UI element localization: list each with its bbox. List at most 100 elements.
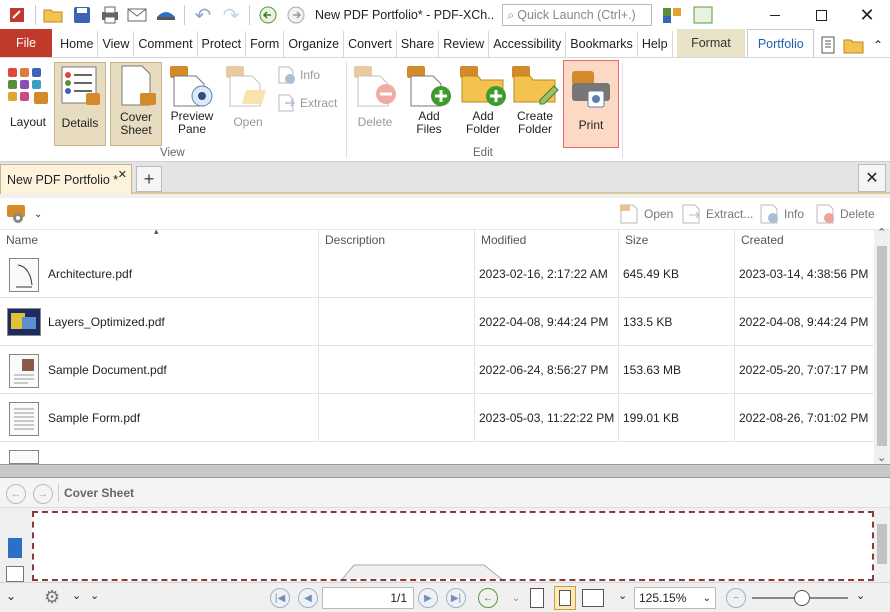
add-files-button[interactable]: Add Files (404, 62, 454, 146)
extract-button[interactable]: Extract (276, 92, 342, 114)
page-number-input[interactable]: 1/1 (322, 587, 414, 609)
list-extract-button[interactable]: Extract... (680, 204, 753, 224)
menu-form[interactable]: Form (246, 31, 285, 57)
portfolio-options-button[interactable]: ⌄ (6, 204, 42, 224)
zoom-out-icon[interactable]: − (726, 588, 746, 608)
zoom-select[interactable]: 125.15% ⌄ (634, 587, 716, 609)
scroll-up-icon[interactable]: ⌃ (877, 226, 886, 239)
undo-icon[interactable]: ↶ (190, 3, 216, 27)
minimize-button[interactable] (752, 0, 798, 30)
scroll-down-icon[interactable]: ⌄ (877, 451, 886, 464)
preview-forward-icon[interactable]: → (33, 484, 53, 504)
menu-comment[interactable]: Comment (134, 31, 198, 57)
file-row[interactable]: Architecture.pdf 2023-02-16, 2:17:22 AM … (0, 250, 874, 298)
dropdown-arrow-icon[interactable]: ⌄ (72, 589, 81, 602)
close-button[interactable]: ✕ (844, 0, 890, 30)
delete-button[interactable]: Delete (350, 62, 400, 146)
delete-icon (354, 66, 396, 107)
group-edit-label: Edit (473, 147, 493, 159)
preview-pane-button[interactable]: Preview Pane (166, 62, 218, 146)
zoom-more-icon[interactable]: ⌄ (856, 589, 865, 602)
file-row[interactable]: Sample Form.pdf 2023-05-03, 11:22:22 PM … (0, 394, 874, 442)
menu-convert[interactable]: Convert (344, 31, 397, 57)
collapse-ribbon-icon[interactable]: ⌃ (866, 33, 890, 57)
redo-icon[interactable]: ↷ (218, 3, 244, 27)
list-open-button[interactable]: Open (618, 204, 673, 224)
print-button[interactable]: Print (563, 60, 619, 148)
menu-review[interactable]: Review (439, 31, 490, 57)
ui-options-icon[interactable] (818, 33, 842, 57)
scroll-thumb[interactable] (877, 246, 887, 446)
column-header-size[interactable]: Size (619, 230, 735, 250)
zoom-slider-thumb[interactable] (794, 590, 810, 606)
menu-accessibility[interactable]: Accessibility (489, 31, 567, 57)
column-header-modified[interactable]: Modified (475, 230, 619, 250)
file-list-scrollbar[interactable]: ⌃ ⌄ (874, 227, 890, 464)
forward-icon[interactable] (283, 3, 309, 27)
scroll-thumb[interactable] (877, 524, 887, 564)
group-view-label: View (160, 147, 185, 159)
file-row-partial[interactable] (0, 442, 874, 464)
facing-page-icon[interactable] (582, 589, 604, 607)
preview-scrollbar[interactable] (874, 508, 890, 584)
view-back-icon[interactable]: ← (478, 588, 498, 608)
info-button[interactable]: Info (276, 64, 342, 86)
last-page-icon[interactable]: ▶| (446, 588, 466, 608)
file-row[interactable]: Sample Document.pdf 2022-06-24, 8:56:27 … (0, 346, 874, 394)
view-more-icon[interactable]: ⌄ (506, 588, 526, 608)
find-folder-icon[interactable] (842, 33, 866, 57)
prev-page-icon[interactable]: ◀ (298, 588, 318, 608)
app-logo-icon[interactable] (4, 3, 30, 27)
column-header-created[interactable]: Created (735, 230, 874, 250)
print-icon[interactable] (97, 3, 123, 27)
quick-launch-input[interactable]: ⌕ Quick Launch (Ctrl+.) (502, 4, 653, 26)
menu-share[interactable]: Share (397, 31, 440, 57)
tab-portfolio[interactable]: Portfolio (747, 29, 815, 57)
menu-home[interactable]: Home (56, 31, 99, 57)
cover-sheet-button[interactable]: Cover Sheet (110, 62, 162, 146)
status-options-icon[interactable]: ⌄ (6, 589, 16, 603)
menu-view[interactable]: View (98, 31, 135, 57)
menu-bookmarks[interactable]: Bookmarks (566, 31, 638, 57)
status-more-icon[interactable]: ⌄ (90, 589, 99, 602)
close-tab-icon[interactable]: ✕ (118, 168, 127, 181)
column-header-name[interactable]: Name ▴ (0, 230, 319, 250)
file-menu[interactable]: File (0, 29, 53, 57)
fullscreen-icon[interactable] (690, 3, 716, 27)
next-page-icon[interactable]: ▶ (418, 588, 438, 608)
customize-icon[interactable] (656, 3, 690, 27)
layout-more-icon[interactable]: ⌄ (618, 589, 627, 602)
maximize-button[interactable] (798, 0, 844, 30)
list-info-button[interactable]: Info (758, 204, 804, 224)
save-icon[interactable] (69, 3, 95, 27)
ribbon-separator (622, 62, 623, 158)
menu-help[interactable]: Help (638, 31, 673, 57)
back-icon[interactable] (255, 3, 281, 27)
single-page-icon[interactable] (530, 588, 544, 608)
open-button[interactable]: Open (222, 62, 274, 146)
tab-format[interactable]: Format (676, 29, 746, 57)
first-page-icon[interactable]: |◀ (270, 588, 290, 608)
column-header-description[interactable]: Description (319, 230, 475, 250)
file-row[interactable]: Layers_Optimized.pdf 2022-04-08, 9:44:24… (0, 298, 874, 346)
pages-icon[interactable] (6, 566, 24, 582)
zoom-slider[interactable] (752, 590, 848, 606)
scan-icon[interactable] (153, 3, 179, 27)
close-document-button[interactable]: ✕ (858, 164, 886, 192)
menu-protect[interactable]: Protect (198, 31, 247, 57)
details-button[interactable]: Details (54, 62, 106, 146)
continuous-page-icon[interactable] (554, 586, 576, 610)
create-folder-button[interactable]: Create Folder (510, 62, 560, 146)
pane-splitter[interactable] (0, 464, 890, 478)
menu-organize[interactable]: Organize (284, 31, 345, 57)
new-tab-button[interactable]: + (136, 166, 162, 192)
email-icon[interactable] (125, 3, 151, 27)
open-folder-icon[interactable] (41, 3, 67, 27)
settings-gear-icon[interactable]: ⚙ (44, 587, 60, 608)
document-tab[interactable]: New PDF Portfolio * ✕ (0, 164, 132, 194)
layout-button[interactable]: Layout (4, 62, 52, 142)
list-delete-button[interactable]: Delete (814, 204, 875, 224)
add-folder-button[interactable]: Add Folder (456, 62, 510, 146)
preview-back-icon[interactable]: ← (6, 484, 26, 504)
bookmarks-icon[interactable] (8, 538, 22, 558)
